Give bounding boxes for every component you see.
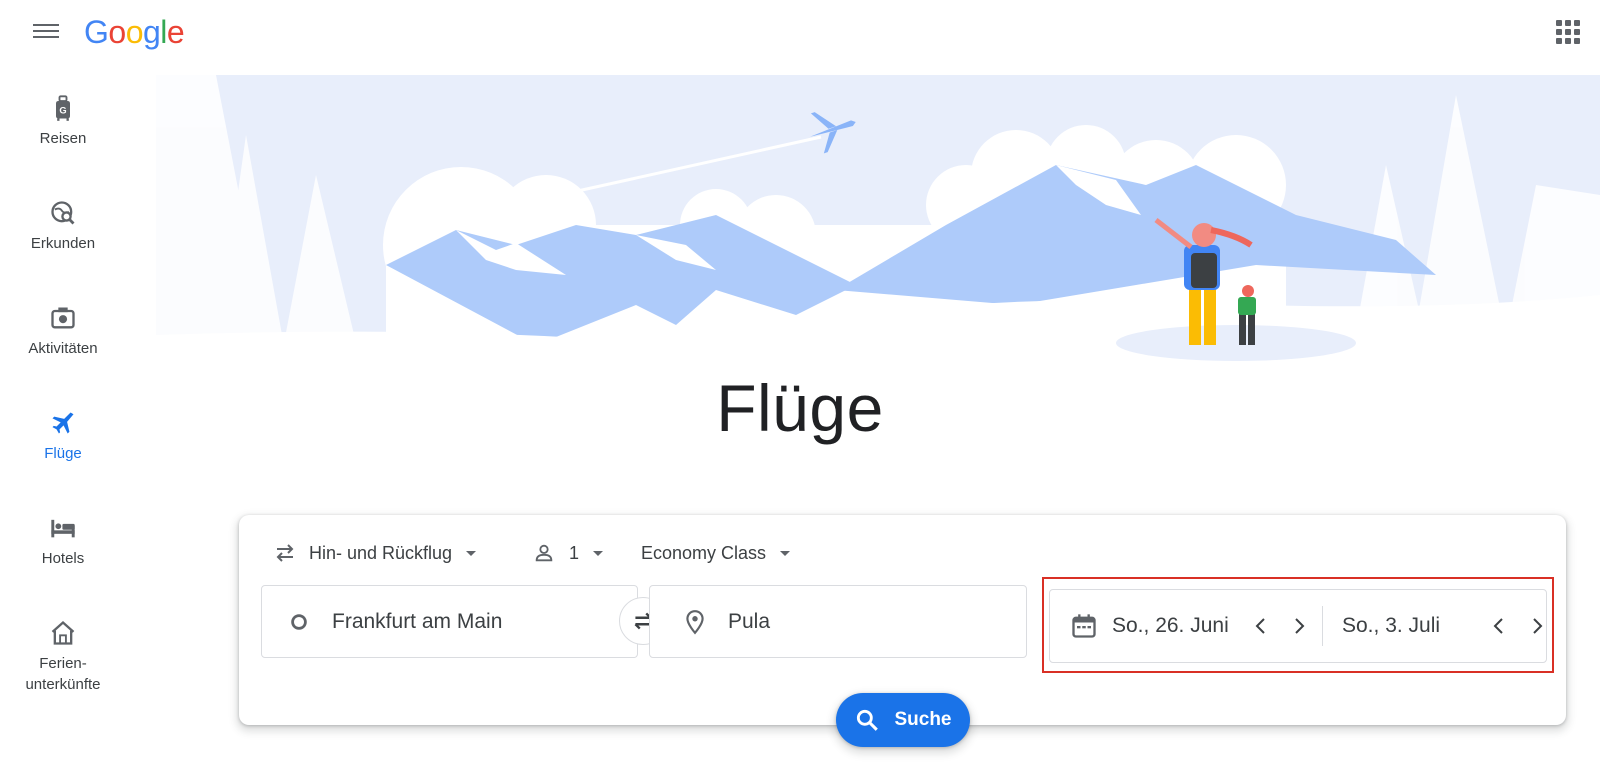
sidebar-item-reisen[interactable]: G Reisen — [0, 94, 126, 149]
cabin-class-value: Economy Class — [641, 542, 767, 563]
page-title: Flüge — [716, 371, 884, 445]
sidebar-item-label-line1: Ferien- — [39, 655, 87, 672]
destination-input[interactable]: Pula — [649, 585, 1027, 658]
destination-value: Pula — [728, 609, 771, 633]
location-pin-icon — [686, 609, 704, 634]
sidebar-item-ferienunterkuenfte[interactable]: Ferien- unterkünfte — [0, 619, 126, 695]
calendar-icon — [1072, 614, 1096, 638]
chevron-down-icon — [780, 550, 791, 556]
return-date-input[interactable]: So., 3. Juli — [1342, 590, 1552, 662]
logo-letter: e — [166, 14, 185, 50]
explore-globe-icon — [49, 199, 77, 227]
sidebar-item-label: Aktivitäten — [28, 340, 98, 357]
bed-icon — [49, 514, 77, 542]
google-logo[interactable]: Google — [84, 14, 185, 51]
sidebar-item-label-line2: unterkünfte — [25, 676, 101, 693]
chevron-right-icon — [1533, 618, 1543, 634]
chevron-down-icon — [593, 550, 604, 556]
logo-letter: l — [160, 14, 167, 50]
passengers-dropdown[interactable]: 1 — [533, 537, 604, 569]
chevron-left-icon — [1493, 618, 1503, 634]
logo-letter: o — [125, 14, 144, 50]
hero-illustration — [156, 75, 1600, 385]
camera-icon — [49, 304, 77, 332]
chevron-down-icon — [466, 550, 477, 556]
swap-arrows-icon — [276, 544, 294, 562]
sidebar-item-erkunden[interactable]: Erkunden — [0, 199, 126, 254]
passenger-count: 1 — [569, 542, 580, 563]
date-divider — [1322, 606, 1323, 646]
return-prev-day-button[interactable] — [1484, 611, 1514, 641]
sidebar-item-label: Reisen — [39, 130, 87, 147]
sidebar-item-label: Flüge — [44, 445, 82, 462]
sidebar-item-label: Hotels — [41, 550, 85, 567]
trip-type-dropdown[interactable]: Hin- und Rückflug — [273, 537, 477, 569]
chevron-left-icon — [1255, 618, 1265, 634]
sidebar-item-aktivitaeten[interactable]: Aktivitäten — [0, 304, 126, 359]
search-button-label: Suche — [894, 709, 952, 730]
search-button[interactable]: Suche — [836, 693, 970, 747]
origin-value: Frankfurt am Main — [332, 609, 503, 633]
date-selection-highlight: So., 26. Juni So., 3. Juli — [1042, 577, 1554, 673]
logo-letter: G — [84, 14, 109, 50]
depart-next-day-button[interactable] — [1284, 611, 1314, 641]
google-apps-icon[interactable] — [1556, 20, 1580, 44]
return-next-day-button[interactable] — [1522, 611, 1552, 641]
person-icon — [535, 544, 553, 562]
house-icon — [49, 619, 77, 647]
sidebar-item-label: Erkunden — [30, 235, 96, 252]
origin-circle-icon — [291, 613, 307, 630]
menu-line — [33, 30, 59, 32]
return-date-value: So., 3. Juli — [1342, 614, 1441, 637]
origin-input[interactable]: Frankfurt am Main — [261, 585, 638, 658]
menu-line — [33, 36, 59, 38]
logo-letter: o — [108, 14, 126, 50]
date-field: So., 26. Juni So., 3. Juli — [1049, 589, 1547, 663]
sidebar-item-hotels[interactable]: Hotels — [0, 514, 126, 569]
logo-letter: g — [142, 14, 161, 50]
trip-type-value: Hin- und Rückflug — [309, 542, 453, 563]
depart-date-value: So., 26. Juni — [1112, 614, 1229, 637]
depart-date-input[interactable]: So., 26. Juni — [1070, 590, 1314, 662]
cabin-class-dropdown[interactable]: Economy Class — [641, 537, 791, 569]
main-menu-button[interactable] — [33, 20, 59, 46]
chevron-right-icon — [1295, 618, 1305, 634]
depart-prev-day-button[interactable] — [1246, 611, 1276, 641]
menu-line — [33, 24, 59, 26]
travel-bag-icon: G — [49, 94, 77, 122]
svg-text:G: G — [59, 105, 66, 115]
search-icon — [857, 709, 879, 731]
